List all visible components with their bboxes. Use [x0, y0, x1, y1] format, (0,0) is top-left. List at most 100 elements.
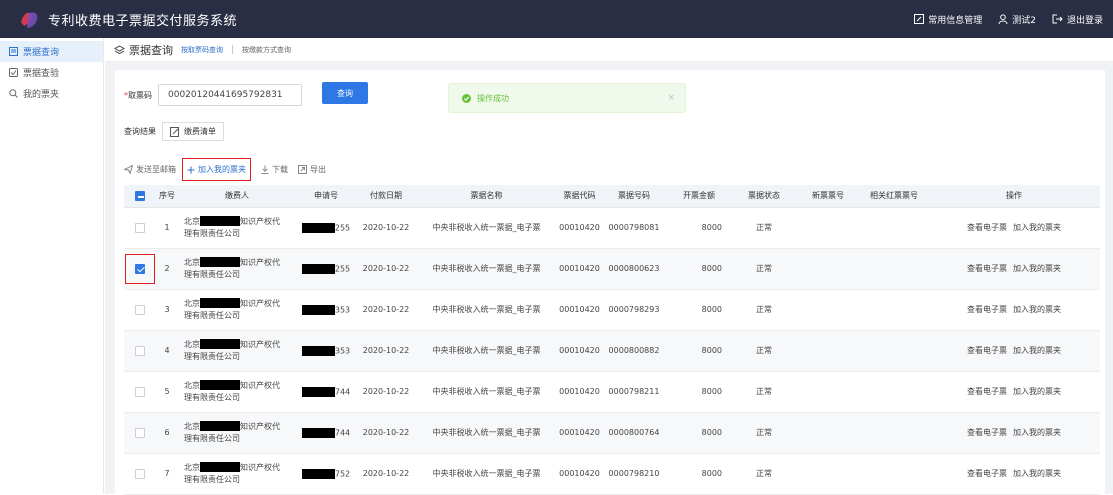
cell-new-ticket-no — [796, 289, 860, 331]
view-ticket-link[interactable]: 查看电子票 — [967, 469, 1007, 478]
cell-red-ticket-no — [860, 289, 928, 331]
ticket-code-input[interactable]: 00020120441695792831 — [158, 84, 302, 106]
add-to-folder-button[interactable]: 加入我的票夹 — [182, 158, 251, 181]
col-header: 开票金额 — [666, 185, 732, 208]
cell-ticket-name: 中央非税收入统一票据_电子票 — [416, 207, 557, 249]
select-all-header[interactable] — [124, 185, 156, 208]
view-ticket-link[interactable]: 查看电子票 — [967, 264, 1007, 273]
export-button[interactable]: 导出 — [298, 164, 326, 175]
row-checkbox[interactable] — [135, 427, 145, 438]
cell-ticket-number: 0000798211 — [602, 371, 666, 413]
row-checkbox[interactable] — [135, 468, 145, 479]
cell-ticket-code: 00010420 — [557, 248, 602, 290]
logout-link[interactable]: 退出登录 — [1052, 13, 1103, 26]
view-ticket-link[interactable]: 查看电子票 — [967, 223, 1007, 232]
cell-payer: 北京 知识产权代 理有限责任公司 — [178, 330, 296, 372]
cell-date: 2020-10-22 — [356, 371, 416, 413]
row-checkbox[interactable] — [135, 386, 145, 397]
checkbox-cell — [124, 248, 156, 290]
cell-red-ticket-no — [860, 453, 928, 495]
cell-ticket-number: 0000800882 — [602, 330, 666, 372]
select-all-checkbox[interactable] — [135, 190, 145, 201]
cell-operations: 查看电子票 加入我的票夹 — [928, 207, 1100, 249]
cell-application-no: 744 — [296, 371, 356, 413]
edit-icon — [914, 14, 925, 24]
content-card: *取票码 00020120441695792831 查询 操作成功 × 查询结果… — [115, 70, 1105, 495]
send-email-button[interactable]: 发送至邮箱 — [124, 164, 176, 175]
redaction-bar — [200, 380, 240, 390]
info-management-link[interactable]: 常用信息管理 — [914, 13, 982, 26]
view-ticket-link[interactable]: 查看电子票 — [967, 305, 1007, 314]
payment-list-tab[interactable]: 缴费清单 — [162, 122, 224, 141]
add-to-folder-link[interactable]: 加入我的票夹 — [1013, 305, 1061, 314]
tab-bar: 票据查询 按取票码查询 | 按缴款方式查询 — [105, 38, 1113, 62]
add-to-folder-link[interactable]: 加入我的票夹 — [1013, 387, 1061, 396]
cell-status: 正常 — [732, 371, 796, 413]
cell-status: 正常 — [732, 207, 796, 249]
cell-no: 2 — [156, 248, 178, 290]
download-icon — [261, 165, 269, 174]
payer-line2: 理有限责任公司 — [184, 351, 240, 361]
page-title-text: 票据查询 — [129, 43, 173, 57]
row-checkbox[interactable] — [135, 263, 145, 274]
tab-by-payment[interactable]: 按缴款方式查询 — [242, 45, 291, 55]
edit-icon — [170, 126, 179, 137]
tab-separator: | — [231, 44, 235, 55]
row-checkbox[interactable] — [135, 304, 145, 315]
payer-line2: 理有限责任公司 — [184, 474, 240, 484]
cell-operations: 查看电子票 加入我的票夹 — [928, 371, 1100, 413]
page-title: 票据查询 — [114, 42, 173, 58]
col-header: 票据状态 — [732, 185, 796, 208]
cell-no: 3 — [156, 289, 178, 331]
cell-ticket-name: 中央非税收入统一票据_电子票 — [416, 248, 557, 290]
view-ticket-link[interactable]: 查看电子票 — [967, 346, 1007, 355]
cell-amount: 8000 — [666, 330, 732, 372]
add-to-folder-label: 加入我的票夹 — [198, 165, 246, 174]
redaction-bar — [200, 257, 240, 267]
cell-payer: 北京 知识产权代 理有限责任公司 — [178, 289, 296, 331]
success-icon — [462, 93, 471, 103]
sidebar-item-ticket-verify[interactable]: 票据查验 — [0, 62, 103, 83]
row-checkbox[interactable] — [135, 222, 145, 233]
add-to-folder-link[interactable]: 加入我的票夹 — [1013, 223, 1061, 232]
row-checkbox[interactable] — [135, 345, 145, 356]
redaction-bar — [200, 216, 240, 226]
sidebar-item-my-folder[interactable]: 我的票夹 — [0, 83, 103, 104]
table-row: 3 北京 知识产权代 理有限责任公司 353 2020-10-22 中央非税收入统一票据_电… — [124, 289, 1100, 331]
view-ticket-link[interactable]: 查看电子票 — [967, 428, 1007, 437]
col-header: 票据代码 — [557, 185, 602, 208]
query-button[interactable]: 查询 — [322, 82, 368, 104]
redaction-bar — [200, 462, 240, 472]
toast-close-icon[interactable]: × — [667, 93, 675, 103]
add-to-folder-link[interactable]: 加入我的票夹 — [1013, 428, 1061, 437]
cell-ticket-name: 中央非税收入统一票据_电子票 — [416, 453, 557, 495]
check-square-icon — [9, 68, 18, 77]
cell-date: 2020-10-22 — [356, 330, 416, 372]
cell-status: 正常 — [732, 453, 796, 495]
redaction-bar — [301, 222, 335, 233]
redaction-bar — [301, 263, 335, 274]
payer-line2: 理有限责任公司 — [184, 269, 240, 279]
add-to-folder-link[interactable]: 加入我的票夹 — [1013, 346, 1061, 355]
cell-date: 2020-10-22 — [356, 289, 416, 331]
table-row: 1 北京 知识产权代 理有限责任公司 255 2020-10-22 中央非税收入统一票据_电… — [124, 207, 1100, 249]
cell-payer: 北京 知识产权代 理有限责任公司 — [178, 371, 296, 413]
cell-amount: 8000 — [666, 289, 732, 331]
payer-suffix: 知识产权代 — [240, 216, 280, 226]
application-suffix: 353 — [334, 346, 351, 355]
tab-by-code[interactable]: 按取票码查询 — [181, 45, 223, 55]
sidebar-item-ticket-query[interactable]: 票据查询 — [0, 41, 103, 62]
payer-line2: 理有限责任公司 — [184, 228, 240, 238]
cell-payer: 北京 知识产权代 理有限责任公司 — [178, 412, 296, 454]
view-ticket-link[interactable]: 查看电子票 — [967, 387, 1007, 396]
cell-new-ticket-no — [796, 453, 860, 495]
cell-amount: 8000 — [666, 453, 732, 495]
add-to-folder-link[interactable]: 加入我的票夹 — [1013, 264, 1061, 273]
add-to-folder-link[interactable]: 加入我的票夹 — [1013, 469, 1061, 478]
cell-application-no: 752 — [296, 453, 356, 495]
application-suffix: 353 — [334, 305, 351, 314]
cell-amount: 8000 — [666, 371, 732, 413]
download-button[interactable]: 下载 — [261, 164, 288, 175]
cell-operations: 查看电子票 加入我的票夹 — [928, 453, 1100, 495]
user-menu[interactable]: 测试2 — [998, 13, 1036, 26]
